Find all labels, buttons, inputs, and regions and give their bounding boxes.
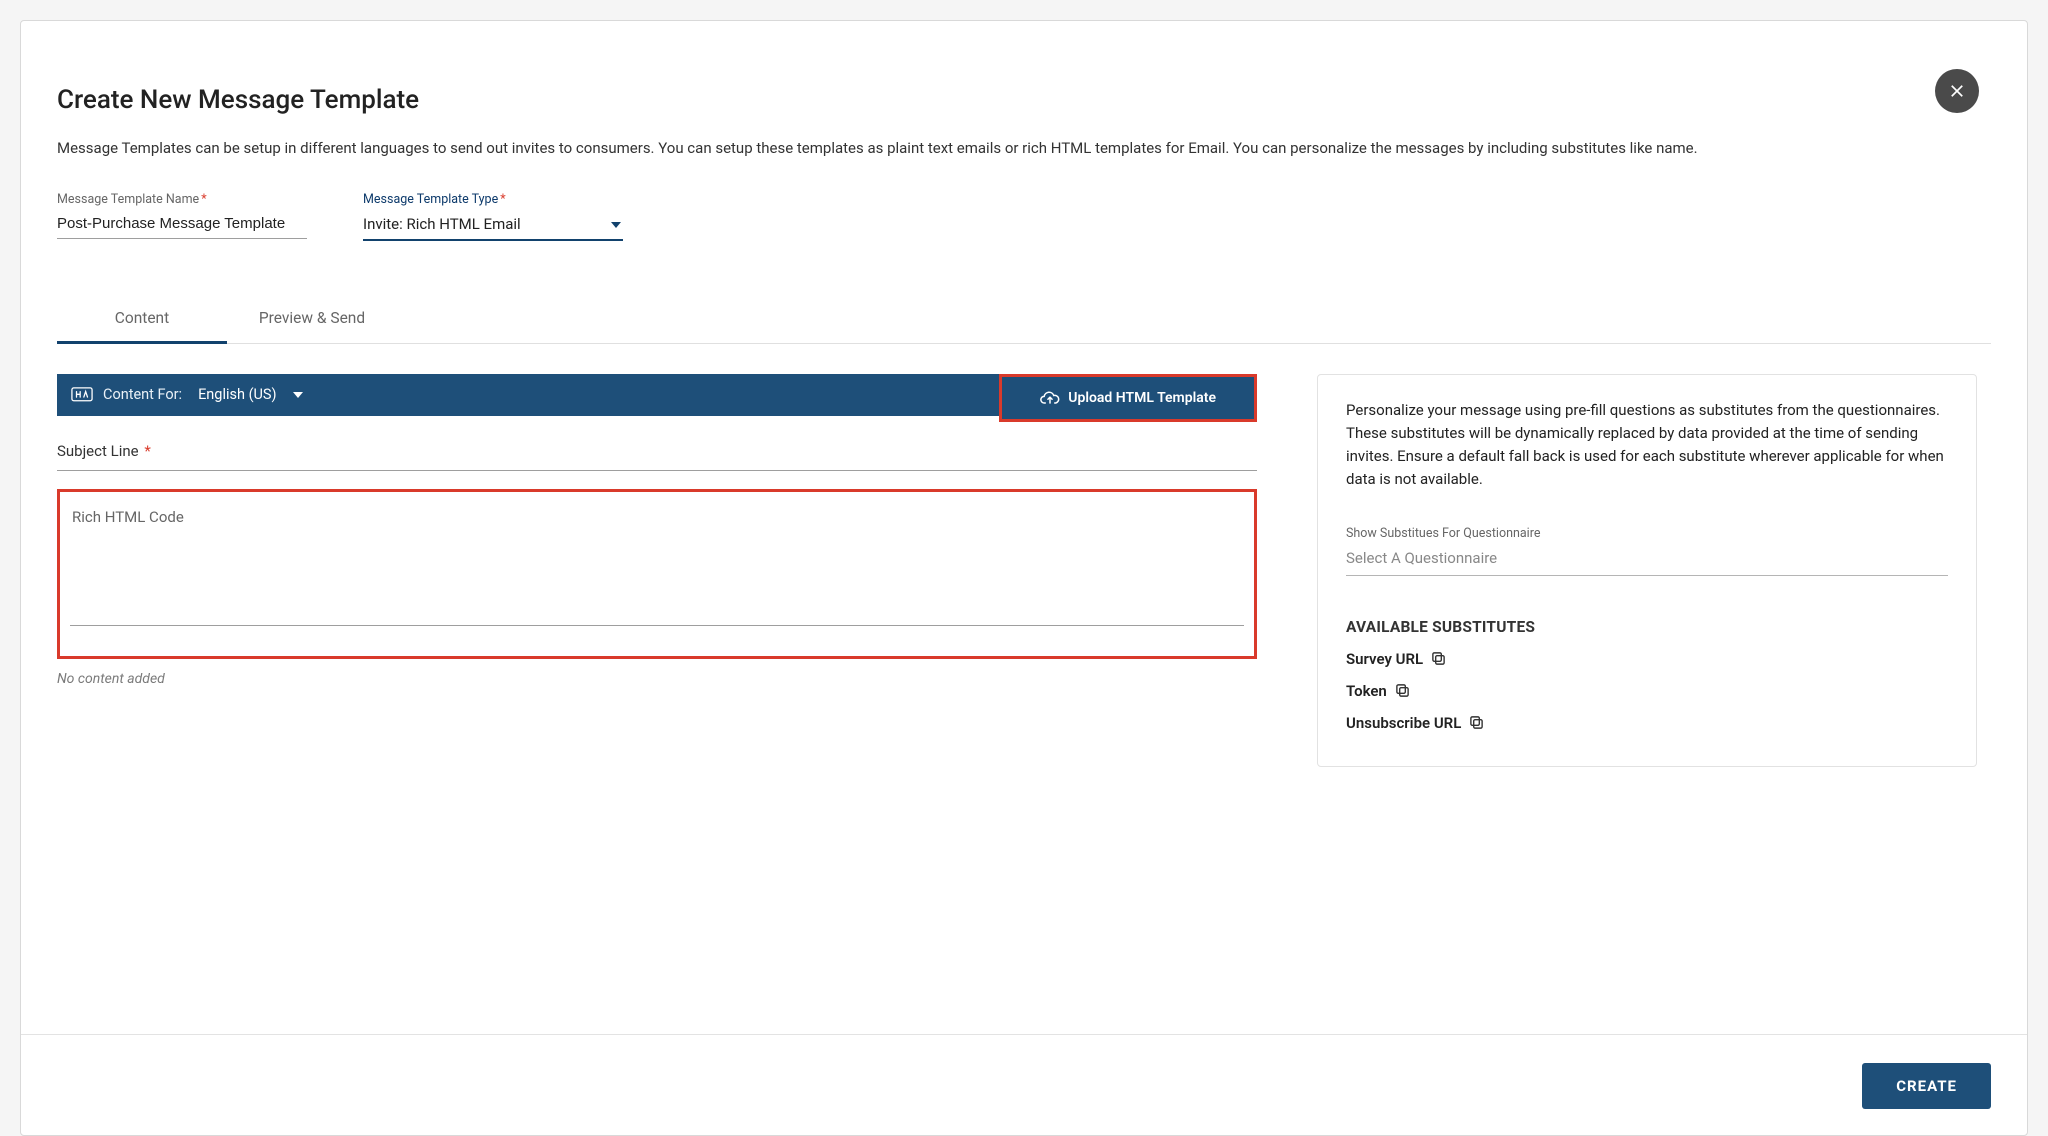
copy-icon: [1395, 683, 1410, 698]
questionnaire-placeholder: Select A Questionnaire: [1346, 549, 1497, 567]
content-for-label: Content For:: [103, 386, 182, 403]
subject-line-label: Subject Line *: [57, 442, 151, 460]
chevron-down-icon: [611, 222, 621, 228]
page-title: Create New Message Template: [57, 85, 1991, 115]
substitute-label: Survey URL: [1346, 650, 1423, 668]
template-name-input[interactable]: [57, 211, 307, 239]
cloud-upload-icon: [1040, 390, 1060, 406]
blue-bar-row: Content For: English (US): [57, 374, 1257, 422]
template-type-label: Message Template Type*: [363, 192, 623, 207]
upload-highlight: Upload HTML Template: [999, 374, 1257, 422]
required-asterisk: *: [141, 442, 151, 460]
substitutes-panel: Personalize your message using pre-fill …: [1317, 374, 1977, 767]
left-column: Content For: English (US): [57, 374, 1257, 767]
substitutes-list: Survey URL Token Unsubscribe URL: [1346, 650, 1948, 732]
language-badge-icon: [71, 387, 93, 403]
substitute-label: Unsubscribe URL: [1346, 714, 1461, 732]
content-for-bar: Content For: English (US): [57, 374, 999, 416]
rich-html-placeholder: Rich HTML Code: [70, 502, 1244, 532]
upload-button-label: Upload HTML Template: [1068, 390, 1216, 406]
footer-bar: CREATE: [21, 1034, 2027, 1109]
page-description: Message Templates can be setup in differ…: [57, 137, 1937, 160]
rich-html-input[interactable]: Rich HTML Code: [70, 502, 1244, 626]
upload-html-template-button[interactable]: Upload HTML Template: [1032, 386, 1224, 410]
rich-html-highlight: Rich HTML Code: [57, 489, 1257, 659]
substitute-item-survey-url[interactable]: Survey URL: [1346, 650, 1948, 668]
close-icon: [1948, 82, 1966, 100]
questionnaire-block: Show Substitues For Questionnaire Select…: [1346, 526, 1948, 576]
tab-bar: Content Preview & Send: [57, 295, 1991, 344]
copy-icon: [1431, 651, 1446, 666]
fields-row: Message Template Name* Message Template …: [57, 192, 1991, 241]
questionnaire-label: Show Substitues For Questionnaire: [1346, 526, 1948, 541]
language-select[interactable]: English (US): [198, 386, 303, 403]
template-name-field: Message Template Name*: [57, 192, 307, 241]
template-name-label: Message Template Name*: [57, 192, 307, 207]
tab-preview-send[interactable]: Preview & Send: [227, 295, 397, 343]
chevron-down-icon: [293, 392, 303, 398]
template-type-value: Invite: Rich HTML Email: [363, 215, 521, 233]
subject-line-input[interactable]: [57, 470, 1257, 471]
substitute-item-unsubscribe-url[interactable]: Unsubscribe URL: [1346, 714, 1948, 732]
main-area: Content For: English (US): [57, 374, 1991, 767]
no-content-text: No content added: [57, 671, 1257, 687]
template-type-field: Message Template Type* Invite: Rich HTML…: [363, 192, 623, 241]
substitute-item-token[interactable]: Token: [1346, 682, 1948, 700]
required-asterisk: *: [201, 192, 206, 207]
substitute-label: Token: [1346, 682, 1387, 700]
subject-line-block: Subject Line *: [57, 442, 1257, 471]
create-button[interactable]: CREATE: [1862, 1063, 1991, 1109]
language-value: English (US): [198, 386, 277, 403]
questionnaire-select[interactable]: Select A Questionnaire: [1346, 547, 1948, 576]
tab-content[interactable]: Content: [57, 295, 227, 344]
available-substitutes-title: AVAILABLE SUBSTITUTES: [1346, 618, 1948, 636]
copy-icon: [1469, 715, 1484, 730]
right-column: Personalize your message using pre-fill …: [1317, 374, 1977, 767]
substitutes-description: Personalize your message using pre-fill …: [1346, 399, 1948, 492]
template-type-select[interactable]: Invite: Rich HTML Email: [363, 211, 623, 241]
modal-frame: Create New Message Template Message Temp…: [20, 20, 2028, 1136]
close-button[interactable]: [1935, 69, 1979, 113]
required-asterisk: *: [500, 192, 505, 207]
